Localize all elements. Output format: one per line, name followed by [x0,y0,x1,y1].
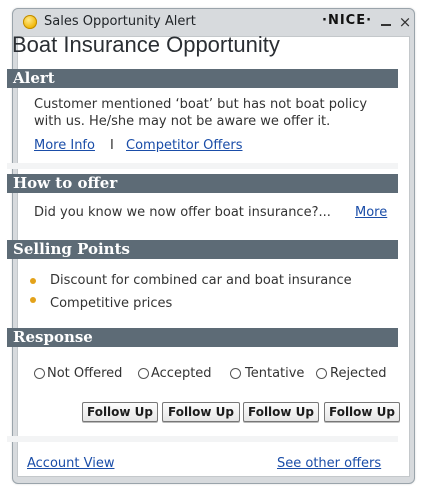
follow-up-button-rejected[interactable]: Follow Up [324,402,400,422]
radio-rejected[interactable] [316,368,327,379]
selling-point-item: Competitive prices [50,296,173,311]
footer-divider [7,436,398,442]
follow-up-button-tentative[interactable]: Follow Up [243,402,319,422]
minimize-button[interactable] [377,13,395,31]
window-title: Sales Opportunity Alert [44,14,196,29]
page-title: Boat Insurance Opportunity [12,32,280,57]
alert-text-line2: with us. He/she may not be aware we offe… [34,114,331,129]
alert-section-header: Alert [7,69,398,88]
minimize-icon [381,24,391,26]
bullet-icon [30,297,36,303]
radio-not-offered[interactable] [34,368,45,379]
divider [7,163,398,169]
radio-label-rejected: Rejected [330,366,387,381]
radio-accepted[interactable] [138,368,149,379]
how-to-offer-text: Did you know we now offer boat insurance… [34,205,331,220]
brand-logo: ·NICE· [322,13,373,28]
how-to-offer-header: How to offer [7,174,398,193]
more-info-link[interactable]: More Info [34,138,95,153]
selling-points-header: Selling Points [7,240,398,259]
how-to-offer-more-link[interactable]: More [355,205,387,220]
see-other-offers-link[interactable]: See other offers [277,456,381,471]
follow-up-button-not-offered[interactable]: Follow Up [82,402,158,422]
alert-text-line1: Customer mentioned ‘boat’ but has not bo… [34,97,368,112]
response-header: Response [7,328,398,347]
radio-label-not-offered: Not Offered [47,366,123,381]
account-view-link[interactable]: Account View [27,456,114,471]
follow-up-button-accepted[interactable]: Follow Up [162,402,240,422]
bullet-icon [30,278,36,284]
radio-tentative[interactable] [230,368,241,379]
link-separator: I [110,138,114,153]
selling-point-item: Discount for combined car and boat insur… [50,273,352,288]
radio-label-accepted: Accepted [151,366,212,381]
radio-label-tentative: Tentative [245,366,305,381]
close-button[interactable]: × [396,13,414,31]
alert-icon [23,15,37,29]
competitor-offers-link[interactable]: Competitor Offers [126,138,243,153]
close-icon: × [398,12,412,31]
